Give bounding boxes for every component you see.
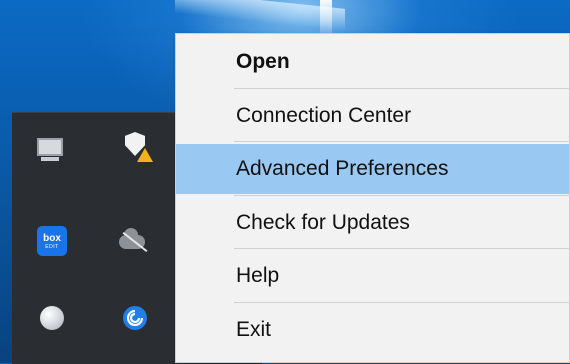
- computer-screen-shape: [37, 138, 63, 161]
- globe-icon[interactable]: [38, 304, 66, 332]
- box-icon-subtext: EDIT: [45, 243, 59, 250]
- menu-separator: [234, 248, 570, 249]
- menu-item-exit[interactable]: Exit: [176, 305, 569, 355]
- computer-icon[interactable]: [36, 133, 64, 161]
- menu-separator: [234, 302, 570, 303]
- onedrive-offline-icon[interactable]: [118, 228, 148, 256]
- citrix-receiver-icon[interactable]: [121, 304, 149, 332]
- citrix-swirl-glyph: [126, 309, 144, 327]
- menu-item-connection-center[interactable]: Connection Center: [176, 91, 569, 141]
- box-icon-text: box: [43, 232, 61, 244]
- shield-warning-icon[interactable]: [121, 130, 153, 162]
- menu-item-help[interactable]: Help: [176, 251, 569, 301]
- context-menu: Open Connection Center Advanced Preferen…: [175, 33, 570, 363]
- menu-item-advanced-preferences[interactable]: Advanced Preferences: [176, 144, 569, 194]
- menu-separator: [234, 141, 570, 142]
- menu-separator: [234, 195, 570, 196]
- menu-item-label: Exit: [236, 318, 272, 341]
- menu-separator: [234, 88, 570, 89]
- menu-item-check-for-updates[interactable]: Check for Updates: [176, 198, 569, 248]
- menu-item-label: Connection Center: [236, 104, 412, 127]
- menu-item-open[interactable]: Open: [176, 37, 569, 87]
- menu-item-label: Open: [236, 50, 290, 73]
- menu-item-label: Advanced Preferences: [236, 157, 449, 180]
- globe-shape: [40, 306, 64, 330]
- menu-item-label: Help: [236, 264, 280, 287]
- menu-item-label: Check for Updates: [236, 211, 410, 234]
- citrix-logo-shape: [123, 306, 147, 330]
- box-edit-icon[interactable]: box EDIT: [37, 226, 67, 256]
- warning-icon: [137, 148, 153, 162]
